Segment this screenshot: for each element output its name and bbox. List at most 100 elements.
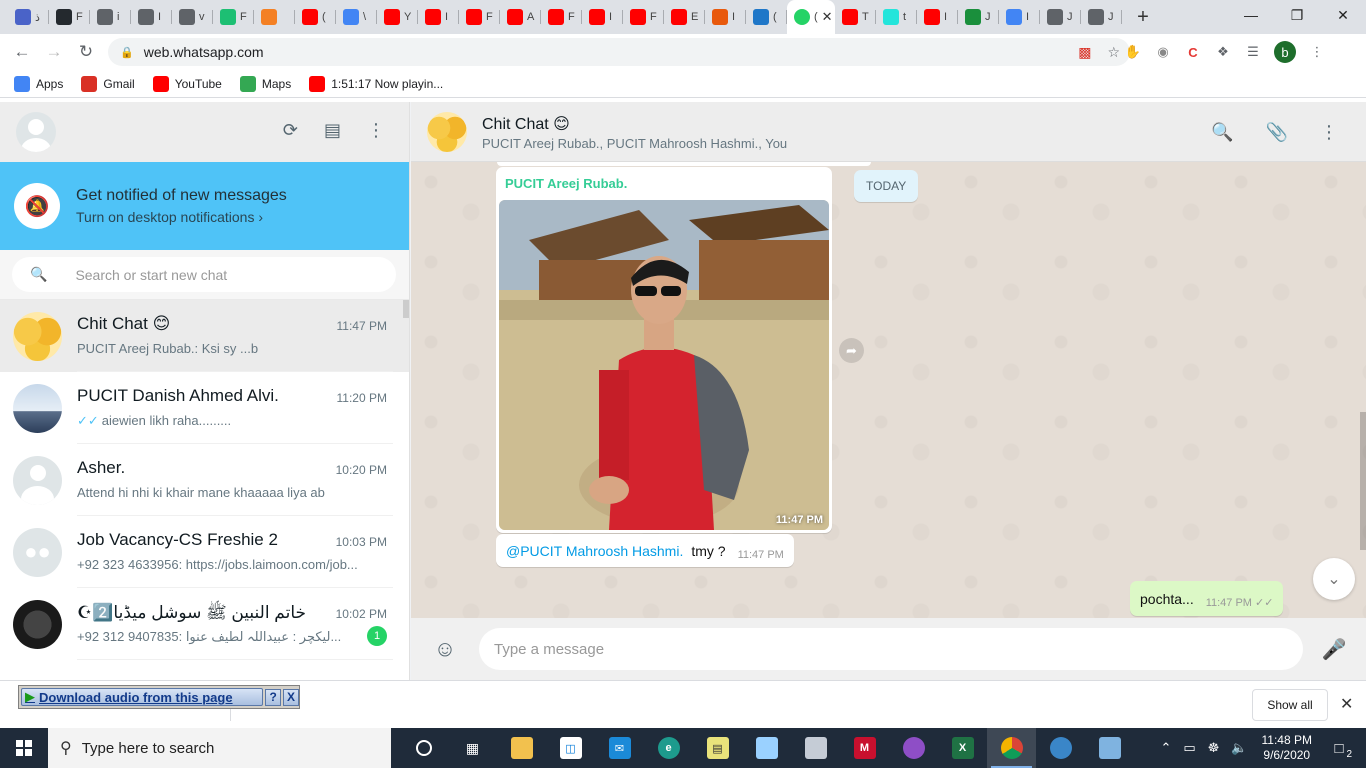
chat-row[interactable]: Chit Chat 😊 11:47 PM PUCIT Areej Rubab.: K…: [0, 300, 409, 372]
cortana-icon[interactable]: [399, 728, 448, 768]
bookmark-item[interactable]: YouTube: [152, 75, 222, 92]
browser-tab[interactable]: A: [500, 0, 541, 34]
browser-tab-active[interactable]: (✕: [787, 0, 835, 34]
notification-center-icon[interactable]: □ 2: [1324, 736, 1354, 761]
browser-tab[interactable]: T: [835, 0, 876, 34]
browser-tab[interactable]: I: [418, 0, 459, 34]
browser-tab[interactable]: J: [1040, 0, 1081, 34]
close-window-icon[interactable]: ✕: [1320, 0, 1366, 30]
show-all-button[interactable]: Show all: [1252, 689, 1328, 721]
virtualbox-icon[interactable]: [1085, 728, 1134, 768]
notes-icon[interactable]: [742, 728, 791, 768]
search-input[interactable]: [75, 266, 376, 283]
task-view-icon[interactable]: ▦: [448, 728, 497, 768]
notify-link[interactable]: Turn on desktop notifications ›: [76, 209, 287, 225]
volume-icon[interactable]: 🔈: [1231, 740, 1247, 756]
taskbar-search[interactable]: ⚲ Type here to search: [48, 728, 391, 768]
blocked-popup-icon[interactable]: ▩: [1078, 44, 1091, 61]
chat-row[interactable]: ☪خاتم النبین ﷺ سوشل میڈیا2️⃣ 10:02 PM +92 …: [0, 588, 409, 660]
chart-app-icon[interactable]: ▤: [693, 728, 742, 768]
extension-hand-icon[interactable]: ✋: [1124, 43, 1142, 61]
download-audio-button[interactable]: ▶ Download audio from this page: [21, 688, 264, 706]
extension-c-icon[interactable]: C: [1184, 43, 1202, 61]
help-button[interactable]: ?: [265, 688, 282, 706]
forward-icon[interactable]: ➦: [839, 338, 864, 363]
mcafee-icon[interactable]: M: [840, 728, 889, 768]
battery-icon[interactable]: ▭: [1183, 740, 1195, 756]
close-icon[interactable]: ✕: [1340, 694, 1353, 714]
forward-icon[interactable]: →: [38, 42, 70, 62]
edge-icon[interactable]: e: [644, 728, 693, 768]
browser-tab[interactable]: F: [459, 0, 500, 34]
browser-tab[interactable]: F: [213, 0, 254, 34]
mention-link[interactable]: @PUCIT Mahroosh Hashmi.: [506, 543, 683, 559]
globe-app-icon[interactable]: [1036, 728, 1085, 768]
outgoing-message[interactable]: pochta... 11:47 PM ✓✓: [1130, 581, 1284, 616]
new-tab-icon[interactable]: +: [1128, 6, 1158, 29]
chat-row[interactable]: Asher. 10:20 PM Attend hi nhi ki khair man…: [0, 444, 409, 516]
photos-icon[interactable]: [791, 728, 840, 768]
purple-app-icon[interactable]: [889, 728, 938, 768]
text-message[interactable]: @PUCIT Mahroosh Hashmi. tmy ? 11:47 PM: [496, 534, 794, 567]
excel-icon[interactable]: X: [938, 728, 987, 768]
browser-tab[interactable]: I: [705, 0, 746, 34]
browser-tab[interactable]: J: [1081, 0, 1122, 34]
search-messages-icon[interactable]: 🔍: [1211, 122, 1233, 143]
message-input[interactable]: [494, 640, 1274, 658]
status-icon[interactable]: ⟳: [283, 120, 298, 141]
minimize-icon[interactable]: —: [1228, 0, 1274, 30]
browser-tab[interactable]: I: [582, 0, 623, 34]
close-tab-icon[interactable]: ✕: [822, 9, 833, 25]
browser-tab[interactable]: t: [876, 0, 917, 34]
clock[interactable]: 11:48 PM 9/6/2020: [1262, 733, 1312, 763]
browser-tab[interactable]: v: [172, 0, 213, 34]
lock-icon[interactable]: 🔒: [120, 46, 134, 59]
browser-tab[interactable]: i: [90, 0, 131, 34]
scroll-down-chevron-icon[interactable]: ⌄: [1313, 558, 1355, 600]
sidebar-scrollbar[interactable]: [403, 300, 409, 318]
browser-tab[interactable]: ذ: [8, 0, 49, 34]
browser-tab[interactable]: [254, 0, 295, 34]
browser-tab[interactable]: E: [664, 0, 705, 34]
new-chat-icon[interactable]: ▤: [324, 120, 341, 141]
extension-globe-icon[interactable]: ◉: [1154, 43, 1172, 61]
notification-banner[interactable]: 🔕 Get notified of new messages Turn on d…: [0, 162, 409, 250]
image-message[interactable]: PUCIT Areej Rubab. 11:47 PM: [496, 167, 832, 533]
my-avatar[interactable]: [16, 112, 56, 152]
store-icon[interactable]: ◫: [546, 728, 595, 768]
browser-tab[interactable]: I: [131, 0, 172, 34]
chat-row[interactable]: ●● Job Vacancy-CS Freshie 2 10:03 PM +92 32…: [0, 516, 409, 588]
chrome-icon[interactable]: [987, 728, 1036, 768]
menu-icon[interactable]: ⋮: [367, 120, 385, 141]
bookmark-item[interactable]: Apps: [14, 75, 63, 92]
browser-tab[interactable]: F: [623, 0, 664, 34]
browser-tab[interactable]: I: [917, 0, 958, 34]
back-icon[interactable]: ←: [6, 42, 38, 62]
shared-photo[interactable]: 11:47 PM: [499, 200, 829, 530]
browser-tab[interactable]: Y: [377, 0, 418, 34]
group-avatar[interactable]: [427, 111, 467, 152]
media-queue-icon[interactable]: ☰: [1244, 43, 1262, 61]
mail-icon[interactable]: ✉: [595, 728, 644, 768]
menu-icon[interactable]: ⋮: [1320, 122, 1338, 143]
browser-tab[interactable]: \: [336, 0, 377, 34]
profile-avatar[interactable]: b: [1274, 41, 1296, 63]
popup-close-button[interactable]: X: [283, 688, 299, 706]
chat-row[interactable]: PUCIT Danish Ahmed Alvi. 11:20 PM ✓✓ aiewie…: [0, 372, 409, 444]
microphone-icon[interactable]: 🎤: [1303, 637, 1365, 662]
file-explorer-icon[interactable]: [497, 728, 546, 768]
windows-start-icon[interactable]: [0, 728, 48, 768]
reload-icon[interactable]: ↻: [70, 42, 102, 62]
bookmark-item[interactable]: Maps: [239, 75, 291, 92]
conversation-header[interactable]: Chit Chat 😊 PUCIT Areej Rubab., PUCIT Ma…: [411, 102, 1366, 162]
bookmark-item[interactable]: 1:51:17 Now playin...: [309, 75, 443, 92]
browser-tab[interactable]: F: [49, 0, 90, 34]
emoji-icon[interactable]: ☺: [411, 636, 479, 662]
maximize-icon[interactable]: ❐: [1274, 0, 1320, 30]
browser-tab[interactable]: F: [541, 0, 582, 34]
wifi-icon[interactable]: ☸: [1208, 740, 1220, 756]
browser-tab[interactable]: (: [295, 0, 336, 34]
bookmark-star-icon[interactable]: ☆: [1107, 44, 1120, 61]
extensions-puzzle-icon[interactable]: ❖: [1214, 43, 1232, 61]
show-hidden-icons-icon[interactable]: ⌃: [1160, 740, 1171, 756]
